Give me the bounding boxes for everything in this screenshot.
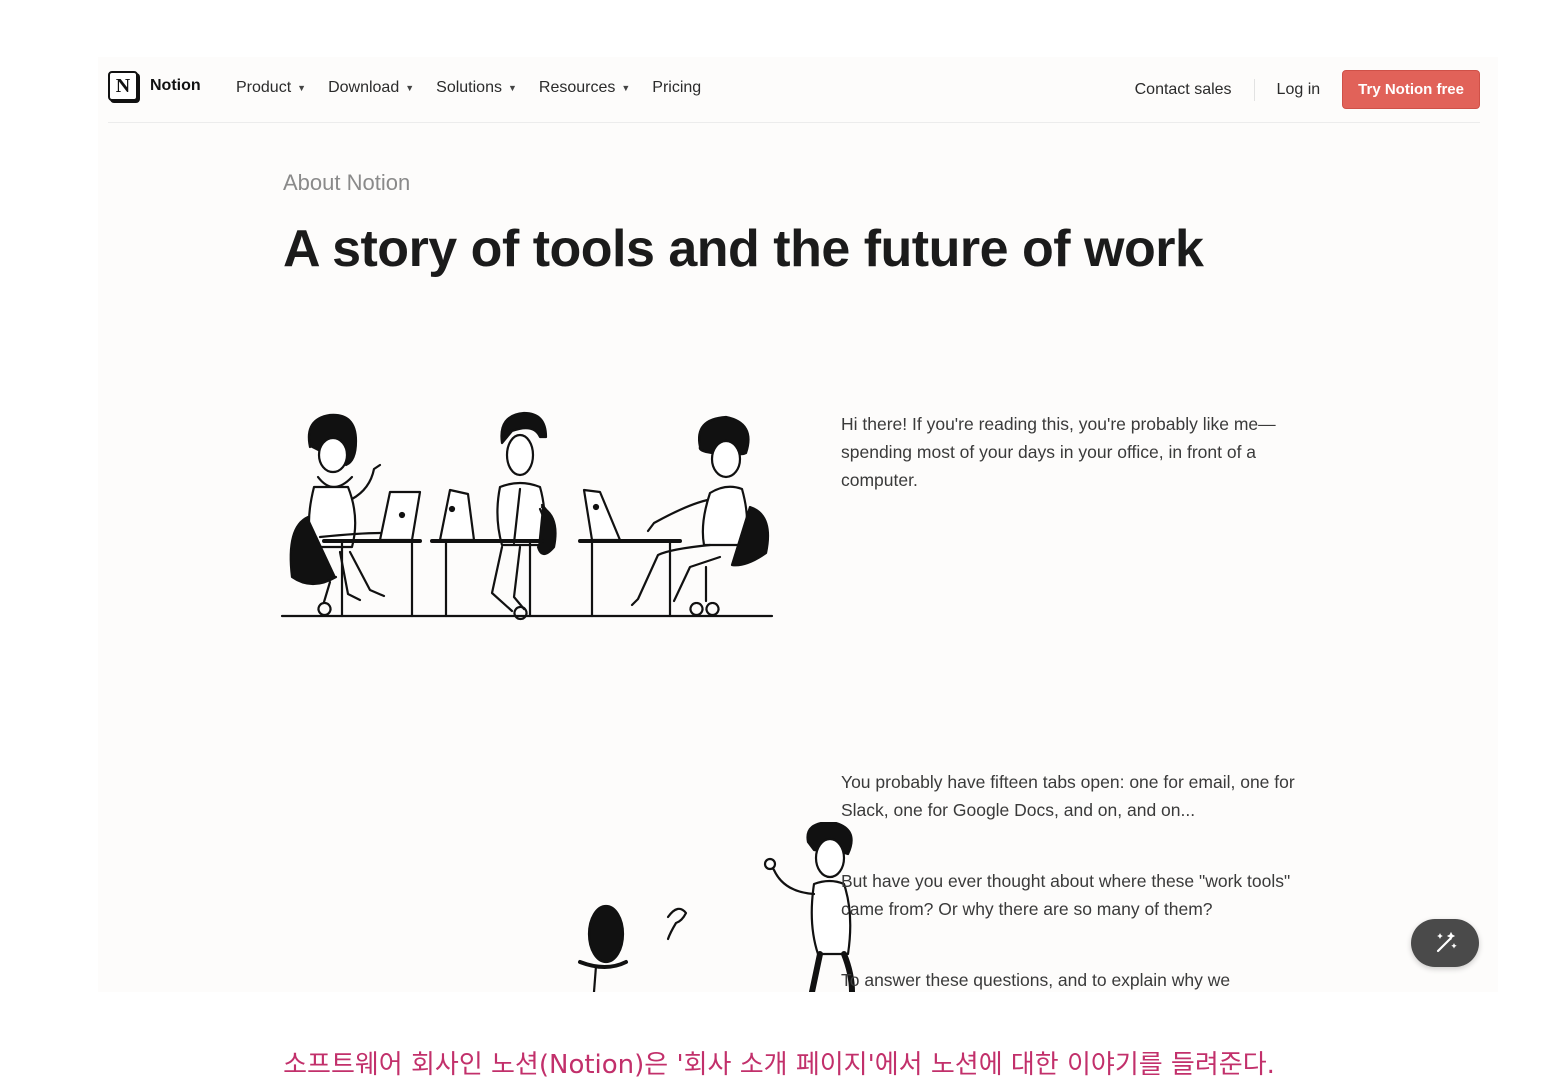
menu-item-product[interactable]: Product ▼ [236, 79, 306, 97]
image-caption: 소프트웨어 회사인 노션(Notion)은 '회사 소개 페이지'에서 노션에 … [283, 1050, 1275, 1080]
intro-paragraph: Hi there! If you're reading this, you're… [841, 414, 1276, 490]
menu-item-label: Pricing [652, 79, 702, 96]
top-navigation: N Notion Product ▼ Download ▼ Solutions … [108, 57, 1480, 123]
chevron-down-icon: ▼ [507, 83, 517, 93]
notion-logo[interactable]: N Notion [108, 71, 201, 101]
menu-item-label: Product [236, 79, 292, 96]
nav-actions: Contact sales Log in Try Notion free [1135, 70, 1480, 109]
menu-item-label: Download [328, 79, 400, 96]
menu-item-label: Resources [538, 79, 616, 96]
chevron-down-icon: ▼ [405, 83, 415, 93]
menu-item-label: Solutions [436, 79, 502, 96]
menu-item-pricing[interactable]: Pricing [652, 79, 701, 97]
page-eyebrow: About Notion [283, 170, 411, 195]
body-paragraph: To answer these questions, and to explai… [841, 970, 1231, 990]
main-menu: Product ▼ Download ▼ Solutions ▼ Resourc… [236, 79, 723, 97]
notion-logo-icon: N [108, 71, 138, 101]
menu-item-solutions[interactable]: Solutions ▼ [436, 79, 517, 97]
menu-item-download[interactable]: Download ▼ [328, 79, 414, 97]
brand-name: Notion [150, 77, 201, 94]
three-people-at-desks-illustration [280, 411, 774, 621]
body-paragraph: You probably have fifteen tabs open: one… [841, 772, 1295, 820]
browser-viewport: N Notion Product ▼ Download ▼ Solutions … [98, 57, 1498, 992]
contact-sales-link[interactable]: Contact sales [1135, 81, 1232, 99]
person-with-chair-illustration [578, 822, 855, 992]
nav-divider [1253, 78, 1255, 101]
magic-edit-button[interactable] [1411, 919, 1479, 967]
try-notion-free-button[interactable]: Try Notion free [1342, 70, 1480, 109]
chevron-down-icon: ▼ [621, 83, 631, 93]
chevron-down-icon: ▼ [297, 83, 307, 93]
login-link[interactable]: Log in [1277, 81, 1321, 99]
menu-item-resources[interactable]: Resources ▼ [539, 79, 630, 97]
page-title: A story of tools and the future of work [283, 220, 1204, 278]
body-paragraph: But have you ever thought about where th… [841, 871, 1291, 919]
magic-wand-icon [1436, 931, 1457, 953]
